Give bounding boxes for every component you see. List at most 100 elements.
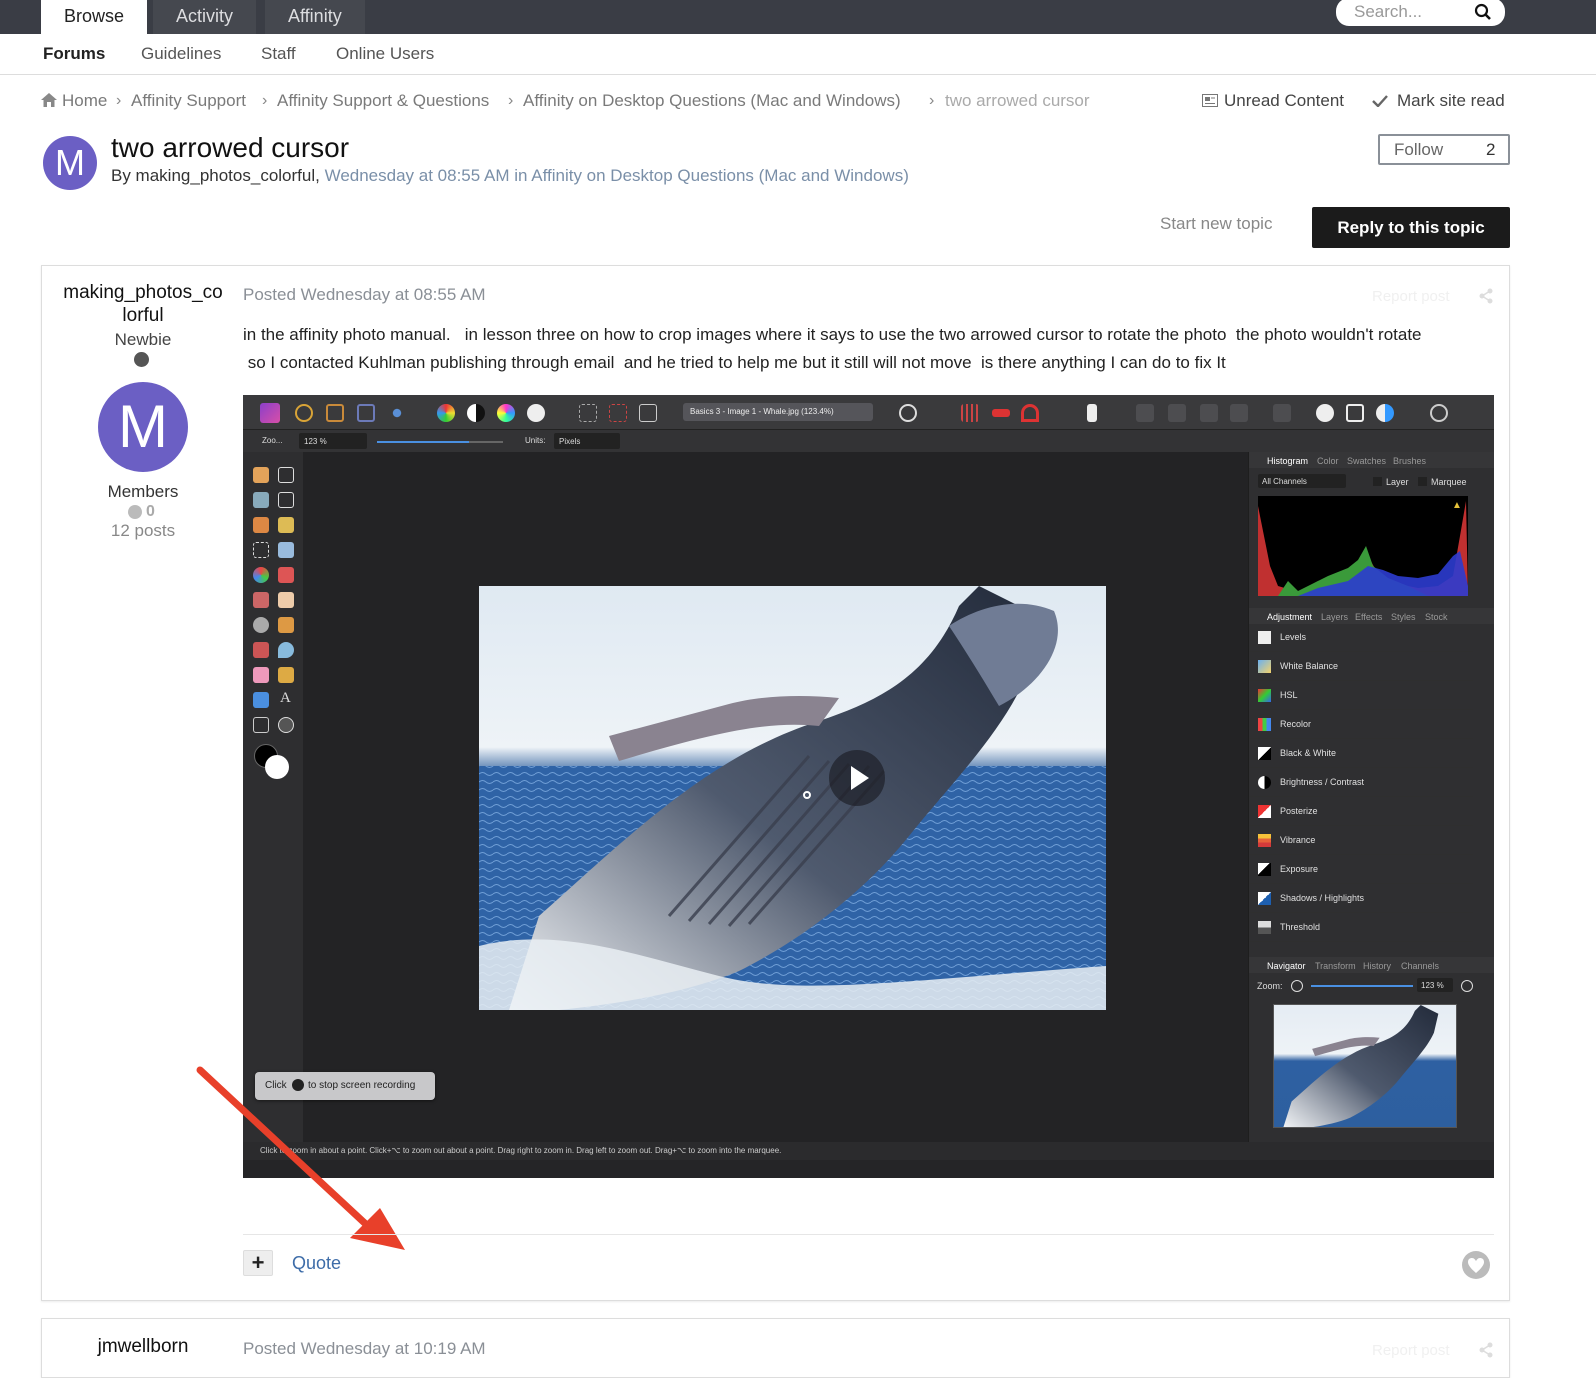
navigator-preview[interactable]	[1273, 1004, 1457, 1128]
tab-styles[interactable]: Styles	[1391, 612, 1416, 622]
erase-tool-icon[interactable]	[278, 592, 294, 608]
flood-select-icon[interactable]	[278, 517, 294, 533]
text-tool-icon[interactable]: A	[280, 690, 291, 707]
adjustment-posterize[interactable]: Posterize	[1249, 798, 1473, 826]
tab-history[interactable]: History	[1363, 961, 1391, 971]
author-post-count[interactable]: 12 posts	[59, 521, 227, 541]
adjustment-hsl[interactable]: HSL	[1249, 682, 1473, 710]
blur-tool-icon[interactable]	[253, 617, 269, 633]
adjustment-vibrance[interactable]: Vibrance	[1249, 827, 1473, 855]
quick-mask-icon[interactable]	[1316, 404, 1334, 422]
dodge-tool-icon[interactable]	[253, 592, 269, 608]
share-icon[interactable]	[1478, 1342, 1494, 1358]
adjustment-levels[interactable]: Levels	[1249, 624, 1473, 652]
tab-brushes[interactable]: Brushes	[1393, 456, 1426, 466]
navigator-zoom-slider[interactable]	[1311, 985, 1413, 987]
adjustment-exposure[interactable]: Exposure	[1249, 856, 1473, 884]
color-wheel-icon[interactable]	[437, 404, 455, 422]
arrange-icon[interactable]	[1136, 404, 1154, 422]
tab-histogram[interactable]: Histogram	[1267, 456, 1308, 466]
refine-selection-icon[interactable]	[1346, 404, 1364, 422]
marquee-tool-icon[interactable]	[253, 542, 269, 558]
navigator-zoom-field[interactable]: 123 %	[1417, 978, 1453, 992]
multiquote-plus-button[interactable]: +	[243, 1250, 273, 1276]
subnav-staff[interactable]: Staff	[261, 44, 296, 64]
subnav-guidelines[interactable]: Guidelines	[141, 44, 221, 64]
tab-adjustment[interactable]: Adjustment	[1267, 612, 1312, 622]
breadcrumb-affinity-support[interactable]: Affinity Support	[131, 91, 246, 111]
post-author-name[interactable]: making_photos_co lorful	[59, 281, 227, 327]
tab-browse[interactable]: Browse	[41, 0, 148, 34]
gradient-tool-icon[interactable]	[253, 567, 269, 583]
arrange-icon[interactable]	[1230, 404, 1248, 422]
units-select[interactable]: Pixels	[554, 433, 620, 449]
adjustment-white-balance[interactable]: White Balance	[1249, 653, 1473, 681]
home-icon[interactable]	[41, 93, 57, 107]
user-icon[interactable]	[1430, 404, 1448, 422]
tab-swatches[interactable]: Swatches	[1347, 456, 1386, 466]
channels-select[interactable]: All Channels	[1258, 474, 1346, 488]
post2-timestamp[interactable]: Posted Wednesday at 10:19 AM	[243, 1339, 486, 1359]
magnet-icon[interactable]	[1021, 404, 1039, 422]
tab-navigator[interactable]: Navigator	[1267, 961, 1306, 971]
heart-reaction-icon[interactable]	[1461, 1250, 1491, 1280]
mode-icon[interactable]	[1376, 404, 1394, 422]
crop-tool-icon[interactable]	[278, 492, 294, 508]
document-tab[interactable]: Basics 3 - Image 1 - Whale.jpg (123.4%)	[683, 403, 873, 421]
rectangle-tool-icon[interactable]	[253, 692, 269, 708]
play-button[interactable]	[829, 750, 885, 806]
grid-icon[interactable]	[961, 404, 979, 422]
assistant-icon[interactable]	[1087, 404, 1097, 422]
adjustment-black-white[interactable]: Black & White	[1249, 740, 1473, 768]
search-icon[interactable]	[1474, 3, 1492, 21]
affinity-photo-logo-icon[interactable]	[260, 403, 280, 423]
adjustment-brightness-contrast[interactable]: Brightness / Contrast	[1249, 769, 1473, 797]
white-balance-icon[interactable]	[527, 404, 545, 422]
breadcrumb-support-questions[interactable]: Affinity Support & Questions	[277, 91, 489, 111]
reply-to-topic-button[interactable]: Reply to this topic	[1312, 207, 1510, 248]
zoom-tool-icon[interactable]	[278, 717, 294, 733]
adjustment-shadows-highlights[interactable]: Shadows / Highlights	[1249, 885, 1473, 913]
post-author-avatar[interactable]: M	[98, 382, 188, 472]
move-tool-icon[interactable]	[278, 467, 294, 483]
develop-persona-icon[interactable]	[295, 404, 313, 422]
secondary-color-swatch[interactable]	[265, 755, 289, 779]
adjustment-recolor[interactable]: Recolor	[1249, 711, 1473, 739]
marquee-icon[interactable]	[579, 404, 597, 422]
post2-report-link[interactable]: Report post	[1372, 1342, 1450, 1359]
record-icon[interactable]	[899, 404, 917, 422]
selection-brush-icon[interactable]	[253, 517, 269, 533]
subnav-forums[interactable]: Forums	[43, 44, 105, 64]
fill-tool-icon[interactable]	[278, 542, 294, 558]
smudge-tool-icon[interactable]	[278, 642, 294, 658]
hsl-icon[interactable]	[497, 404, 515, 422]
topic-author-link[interactable]: By making_photos_colorful,	[111, 166, 320, 185]
tab-layers[interactable]: Layers	[1321, 612, 1348, 622]
tab-channels[interactable]: Channels	[1401, 961, 1439, 971]
breadcrumb-home[interactable]: Home	[62, 91, 107, 111]
liquify-persona-icon[interactable]	[326, 404, 344, 422]
tab-color[interactable]: Color	[1317, 456, 1339, 466]
zoom-field[interactable]: 123 %	[299, 433, 367, 449]
tone-mapping-icon[interactable]	[357, 404, 375, 422]
zoom-in-icon[interactable]	[1461, 980, 1473, 992]
color-picker-tool-icon[interactable]	[253, 492, 269, 508]
subnav-online-users[interactable]: Online Users	[336, 44, 434, 64]
marquee-checkbox[interactable]	[1418, 477, 1427, 486]
inpainting-tool-icon[interactable]	[253, 667, 269, 683]
adjustment-threshold[interactable]: Threshold	[1249, 914, 1473, 942]
search-input[interactable]: Search...	[1336, 0, 1505, 26]
snapping-icon[interactable]	[992, 409, 1010, 417]
deselect-icon[interactable]	[609, 404, 627, 422]
tab-affinity[interactable]: Affinity	[265, 0, 365, 34]
report-post-link[interactable]: Report post	[1372, 288, 1450, 305]
tab-stock[interactable]: Stock	[1425, 612, 1448, 622]
align-icon[interactable]	[1273, 404, 1291, 422]
embedded-screenshot[interactable]: Basics 3 - Image 1 - Whale.jpg (123.4%) …	[243, 395, 1494, 1178]
red-eye-tool-icon[interactable]	[253, 642, 269, 658]
pen-tool-icon[interactable]	[278, 667, 294, 683]
post2-author-name[interactable]: jmwellborn	[59, 1336, 227, 1358]
layer-checkbox[interactable]	[1373, 477, 1382, 486]
topic-author-avatar[interactable]: M	[43, 136, 97, 190]
follow-button[interactable]: Follow 2	[1378, 134, 1510, 165]
